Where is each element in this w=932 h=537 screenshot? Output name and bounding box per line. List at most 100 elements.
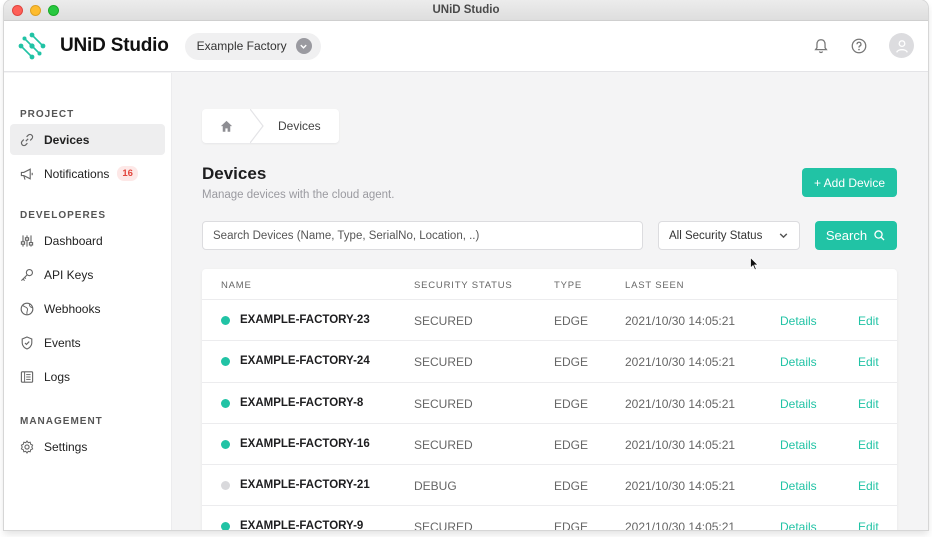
logs-icon [18,368,36,386]
security-status-select-value: All Security Status [669,229,763,242]
device-last-seen: 2021/10/30 14:05:21 [625,314,736,328]
table-row[interactable]: EXAMPLE-FACTORY-23 SECURED EDGE 2021/10/30 … [202,300,897,342]
details-link[interactable]: Details [780,479,817,493]
project-selector[interactable]: Example Factory [184,32,321,60]
brand[interactable]: UNiD Studio [18,32,169,60]
close-window-button[interactable] [12,5,23,16]
device-name[interactable]: EXAMPLE-FACTORY-23 [240,314,370,326]
search-input[interactable]: Search Devices (Name, Type, SerialNo, Lo… [202,221,643,250]
status-dot [221,316,230,325]
details-link[interactable]: Details [780,314,817,328]
sidebar-item-label: Devices [44,132,90,147]
mouse-cursor-icon [750,257,759,271]
details-link[interactable]: Details [780,355,817,369]
sidebar-item-label: Dashboard [44,233,103,248]
status-dot [221,481,230,491]
devices-table: NAME SECURITY STATUS TYPE LAST SEEN EXAM… [202,269,897,530]
device-last-seen: 2021/10/30 14:05:21 [625,520,736,530]
table-body: EXAMPLE-FACTORY-23 SECURED EDGE 2021/10/30 … [202,300,897,530]
search-button-label: Search [825,228,868,243]
search-button[interactable]: Search [815,221,897,250]
details-link[interactable]: Details [780,397,817,411]
details-link[interactable]: Details [780,438,817,452]
link-icon [18,131,36,149]
main-content: Devices Devices Manage devices with the … [172,73,928,530]
sidebar-item-dashboard[interactable]: Dashboard [10,225,165,256]
search-icon [874,230,885,241]
sidebar-item-label: Logs [44,369,71,384]
device-security-status: DEBUG [414,479,457,494]
project-selector-value: Example Factory [196,39,287,53]
device-type: EDGE [554,355,589,370]
edit-link[interactable]: Edit [858,314,879,328]
device-security-status: SECURED [414,396,473,411]
notification-count-badge: 16 [117,166,138,181]
sidebar-item-logs[interactable]: Logs [10,361,165,392]
chevron-down-icon [779,233,788,239]
sidebar-item-events[interactable]: Events [10,327,165,358]
breadcrumb-current[interactable]: Devices [264,119,339,133]
zoom-window-button[interactable] [48,5,59,16]
edit-link[interactable]: Edit [858,355,879,369]
column-header-name[interactable]: NAME [221,280,252,291]
table-row[interactable]: EXAMPLE-FACTORY-8 SECURED EDGE 2021/10/30 1… [202,383,897,424]
help-icon[interactable] [847,34,871,58]
sidebar-item-devices[interactable]: Devices [10,124,165,155]
sidebar-item-label: Webhooks [44,301,101,316]
sidebar-item-label: Settings [44,439,88,454]
key-icon [18,266,36,284]
add-device-button[interactable]: + Add Device [802,168,897,197]
device-name[interactable]: EXAMPLE-FACTORY-24 [240,355,370,367]
bell-icon[interactable] [809,34,833,58]
device-security-status: SECURED [414,314,473,328]
shield-icon [18,334,36,352]
device-last-seen: 2021/10/30 14:05:21 [625,396,736,411]
breadcrumb: Devices [202,109,339,143]
edit-link[interactable]: Edit [858,479,879,493]
device-name[interactable]: EXAMPLE-FACTORY-8 [240,397,363,409]
device-name[interactable]: EXAMPLE-FACTORY-21 [240,479,370,491]
edit-link[interactable]: Edit [858,520,879,530]
device-type: EDGE [554,314,589,328]
sidebar-section-developeres: DEVELOPERES [20,210,107,221]
sidebar-item-api-keys[interactable]: API Keys [10,259,165,290]
device-name[interactable]: EXAMPLE-FACTORY-16 [240,438,370,450]
search-input-placeholder: Search Devices (Name, Type, SerialNo, Lo… [213,229,480,242]
device-security-status: SECURED [414,355,473,370]
sidebar-item-label: API Keys [44,267,94,282]
page-title: Devices [202,164,267,183]
avatar[interactable] [889,33,914,58]
chevron-down-icon [295,38,312,54]
column-header-type[interactable]: TYPE [554,280,582,291]
title-bar: UNiD Studio [4,0,928,21]
details-link[interactable]: Details [780,520,817,530]
table-row[interactable]: EXAMPLE-FACTORY-16 SECURED EDGE 2021/10/30 … [202,424,897,466]
device-last-seen: 2021/10/30 14:05:21 [625,437,736,452]
table-row[interactable]: EXAMPLE-FACTORY-21 DEBUG EDGE 2021/10/30 14… [202,465,897,507]
sidebar-item-label: Events [44,335,81,350]
device-last-seen: 2021/10/30 14:05:21 [625,479,736,494]
sidebar-item-notifications[interactable]: Notifications 16 [10,158,165,189]
sidebar-section-management: MANAGEMENT [20,416,103,427]
security-status-select[interactable]: All Security Status [658,221,800,250]
device-name[interactable]: EXAMPLE-FACTORY-9 [240,520,363,530]
brand-name: UNiD Studio [60,35,169,56]
minimize-window-button[interactable] [30,5,41,16]
globe-icon [18,300,36,318]
device-type: EDGE [554,437,589,452]
edit-link[interactable]: Edit [858,397,879,411]
status-dot [221,398,230,408]
device-security-status: SECURED [414,437,473,452]
sliders-icon [18,232,36,250]
column-header-last-seen[interactable]: LAST SEEN [625,280,684,291]
device-security-status: SECURED [414,520,473,530]
edit-link[interactable]: Edit [858,438,879,452]
megaphone-icon [18,165,36,183]
sidebar-item-webhooks[interactable]: Webhooks [10,293,165,324]
table-row[interactable]: EXAMPLE-FACTORY-24 SECURED EDGE 2021/10/30 … [202,341,897,383]
table-row[interactable]: EXAMPLE-FACTORY-9 SECURED EDGE 2021/10/30 1… [202,506,897,530]
sidebar-item-settings[interactable]: Settings [10,431,165,462]
status-dot [221,522,230,530]
breadcrumb-home[interactable] [202,109,250,143]
column-header-security-status[interactable]: SECURITY STATUS [414,280,513,291]
